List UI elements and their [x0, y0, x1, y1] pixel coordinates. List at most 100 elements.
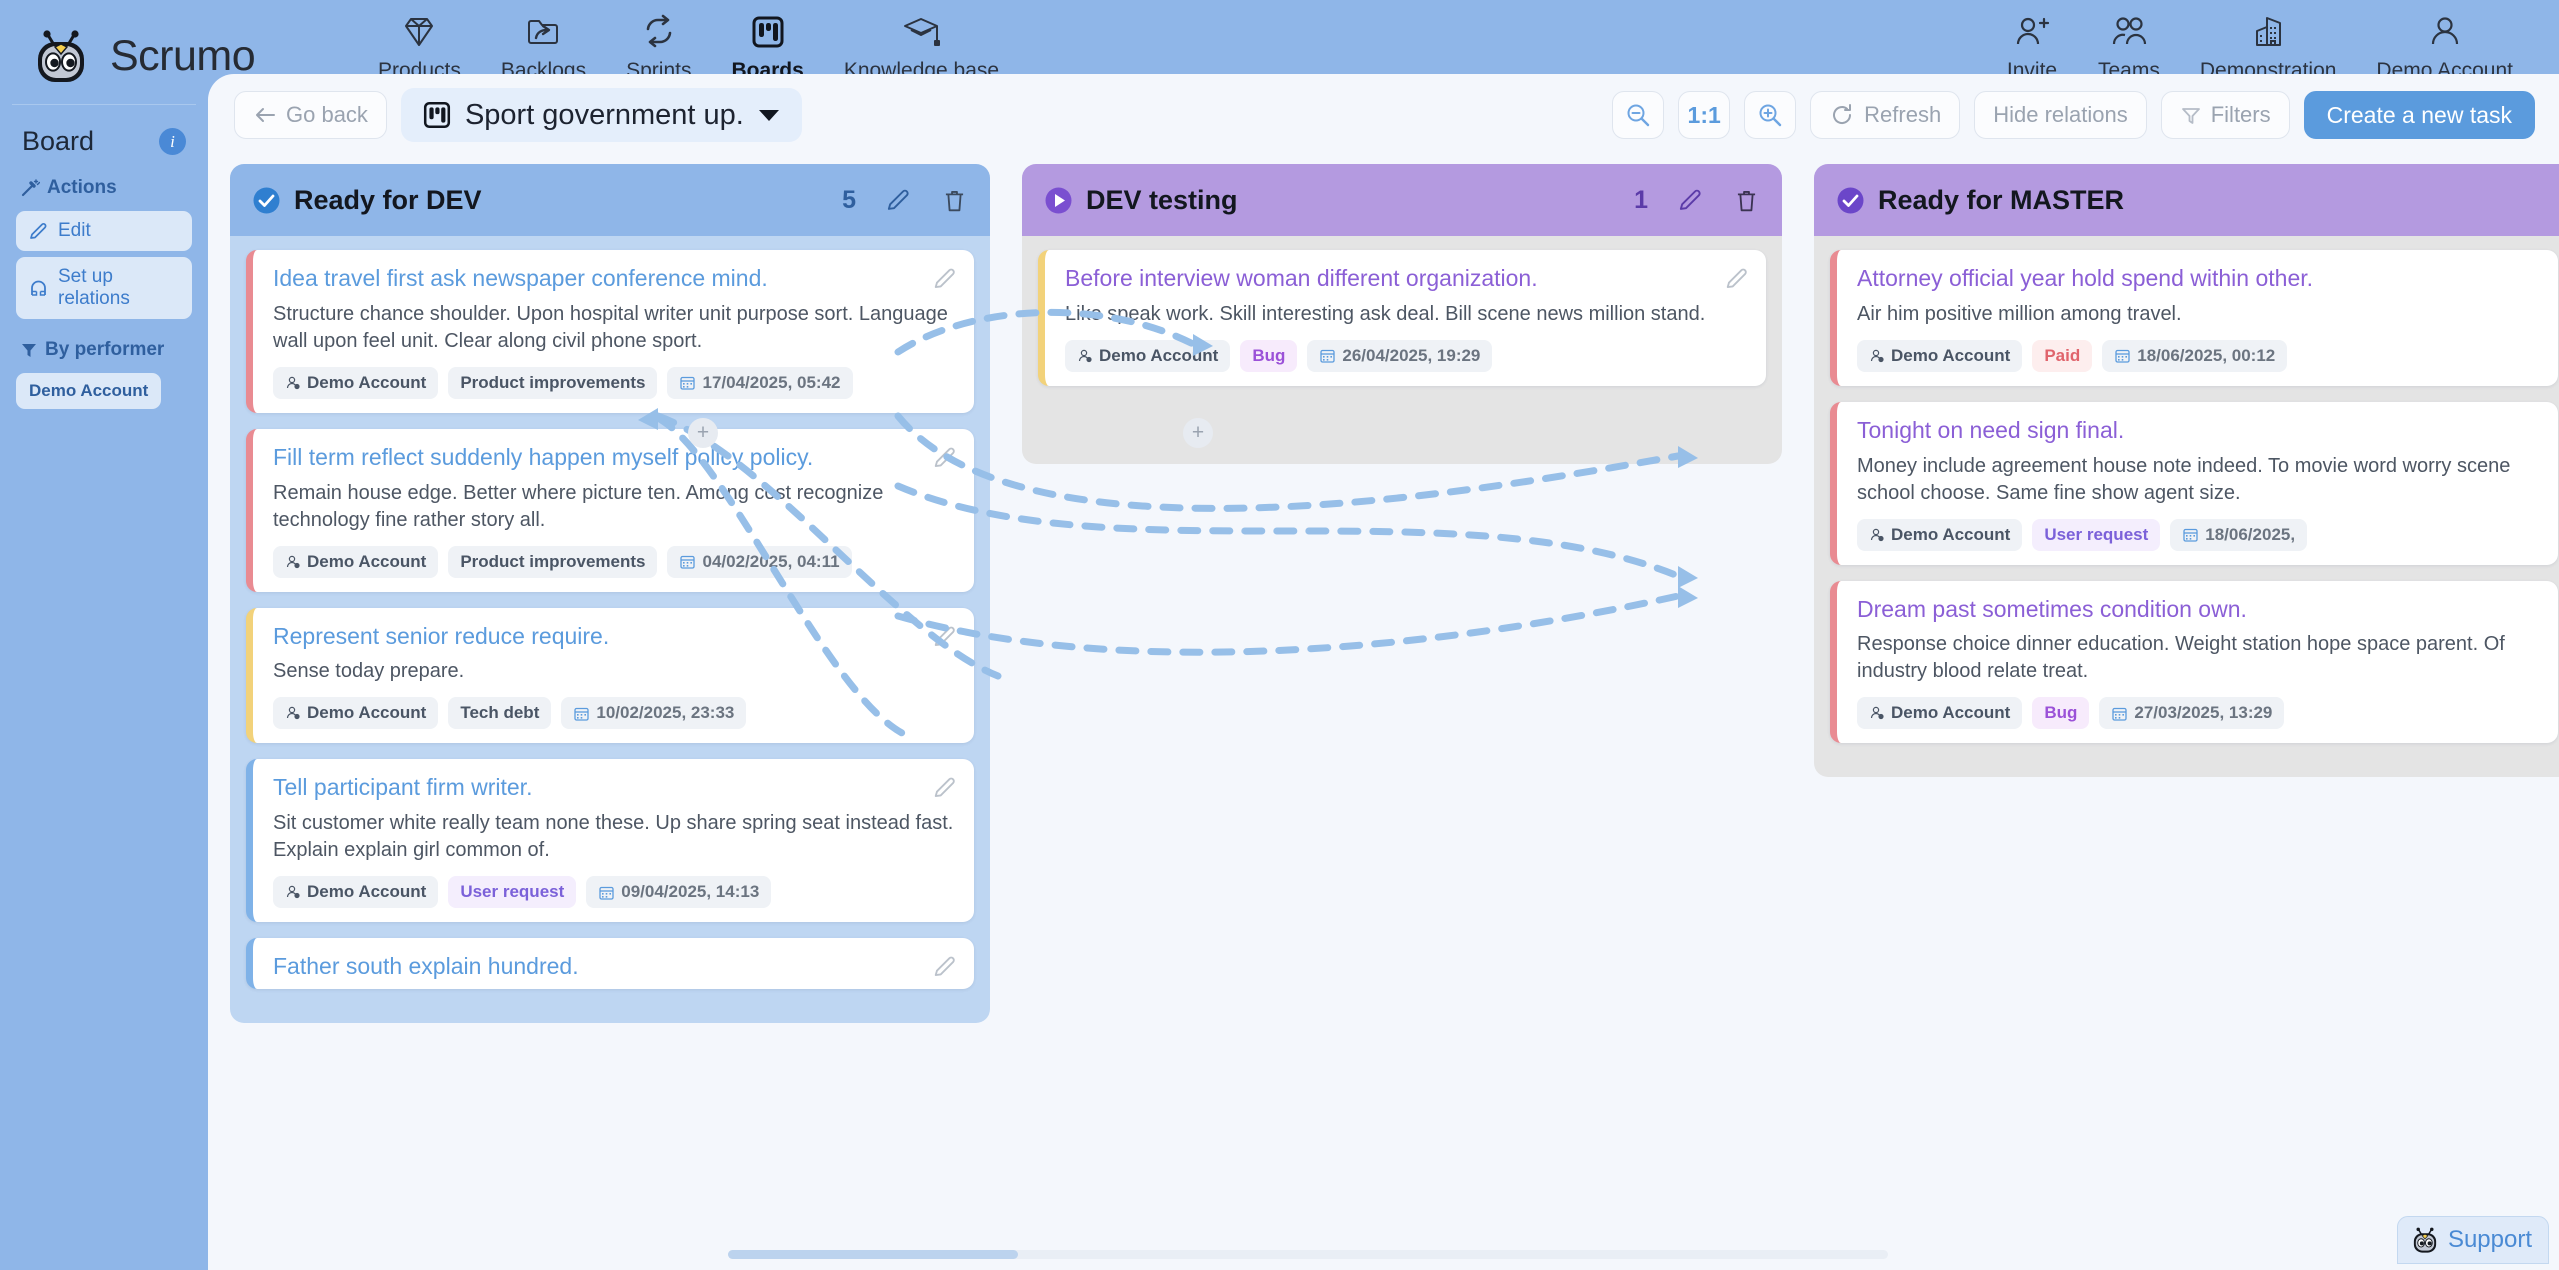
task-date-tag[interactable]: 04/02/2025, 04:11 — [667, 545, 852, 578]
horizontal-scrollbar[interactable] — [208, 1246, 2559, 1262]
task-edit-button[interactable] — [932, 624, 958, 655]
task-description: Sense today prepare. — [273, 660, 465, 683]
task-card[interactable]: Dream past sometimes condition own. Resp… — [1830, 580, 2558, 744]
scrollbar-thumb[interactable] — [728, 1250, 1018, 1259]
task-card[interactable]: Tonight on need sign final. Money includ… — [1830, 401, 2558, 565]
task-date-tag[interactable]: 17/04/2025, 05:42 — [667, 366, 853, 399]
task-assignee-tag[interactable]: Demo Account — [1065, 339, 1231, 372]
task-title[interactable]: Before interview woman different organiz… — [1065, 264, 1748, 293]
sidebar-actions-label: Actions — [47, 177, 117, 198]
task-description: Sit customer white really team none thes… — [273, 812, 954, 861]
task-tags: Demo Account Product improvements 17/04/… — [273, 366, 956, 399]
column-header[interactable]: Ready for MASTER — [1814, 164, 2559, 236]
hide-relations-button[interactable]: Hide relations — [1974, 91, 2147, 139]
task-title[interactable]: Tonight on need sign final. — [1857, 416, 2540, 445]
task-date-tag[interactable]: 09/04/2025, 14:13 — [586, 876, 772, 908]
task-title[interactable]: Dream past sometimes condition own. — [1857, 595, 2540, 624]
support-widget[interactable]: Support — [2396, 1216, 2549, 1264]
task-edit-button[interactable] — [932, 775, 958, 806]
task-date-label: 18/06/2025, — [2205, 524, 2296, 544]
refresh-label: Refresh — [1864, 102, 1942, 127]
column-dev-testing: DEV testing 1 Before interview woman dif… — [1022, 164, 1782, 464]
sidebar-action-set-up-relations[interactable]: Set up relations — [16, 257, 192, 319]
magnet-icon — [28, 278, 49, 299]
sidebar-performer-chip[interactable]: Demo Account — [16, 373, 162, 409]
task-assignee-tag[interactable]: Demo Account — [273, 545, 439, 578]
column-edit-button[interactable] — [885, 187, 912, 214]
task-category-tag[interactable]: User request — [448, 876, 577, 908]
task-assignee-tag[interactable]: Demo Account — [273, 697, 439, 730]
caret-down-icon[interactable] — [756, 106, 782, 124]
check-circle-icon — [252, 186, 281, 215]
task-category-tag[interactable]: Bug — [2032, 697, 2090, 730]
column-delete-button[interactable] — [941, 187, 968, 214]
task-title[interactable]: Idea travel first ask newspaper conferen… — [273, 264, 956, 293]
task-date-tag[interactable]: 18/06/2025, 00:12 — [2102, 339, 2288, 372]
task-title[interactable]: Represent senior reduce require. — [273, 622, 956, 651]
arrow-left-icon — [253, 105, 277, 125]
task-edit-button[interactable] — [932, 445, 958, 476]
task-card[interactable]: Fill term reflect suddenly happen myself… — [246, 428, 974, 592]
zoom-in-button[interactable] — [1744, 91, 1797, 139]
column-header[interactable]: DEV testing 1 — [1022, 164, 1782, 236]
calendar-icon — [2111, 705, 2128, 722]
column-ready-for-master: Ready for MASTER Attorney official year … — [1814, 164, 2559, 778]
column-delete-button[interactable] — [1733, 187, 1760, 214]
relation-add-node[interactable]: + — [688, 418, 718, 448]
task-category-tag[interactable]: Bug — [1240, 339, 1298, 372]
task-card[interactable]: Represent senior reduce require. Sense t… — [246, 607, 974, 744]
calendar-icon — [1319, 347, 1336, 364]
relation-add-node[interactable]: + — [1183, 418, 1213, 448]
task-date-label: 09/04/2025, 14:13 — [621, 882, 760, 901]
task-date-tag[interactable]: 26/04/2025, 19:29 — [1307, 339, 1493, 372]
task-card[interactable]: Father south explain hundred. — [246, 938, 974, 989]
go-back-button[interactable]: Go back — [234, 91, 387, 139]
task-title[interactable]: Father south explain hundred. — [273, 952, 956, 981]
column-header[interactable]: Ready for DEV 5 — [230, 164, 990, 236]
zoom-out-button[interactable] — [1612, 91, 1665, 139]
task-date-label: 17/04/2025, 05:42 — [702, 372, 841, 392]
play-circle-icon — [1044, 186, 1073, 215]
task-category-tag[interactable]: Product improvements — [448, 545, 658, 578]
task-card[interactable]: Tell participant firm writer. Sit custom… — [246, 759, 974, 922]
calendar-icon — [598, 884, 615, 901]
user-small-icon — [285, 884, 301, 900]
task-title[interactable]: Fill term reflect suddenly happen myself… — [273, 443, 956, 472]
task-date-tag[interactable]: 27/03/2025, 13:29 — [2099, 697, 2285, 730]
zoom-level-button[interactable]: 1:1 — [1678, 91, 1731, 139]
column-name: Ready for DEV — [294, 184, 482, 215]
task-date-tag[interactable]: 10/02/2025, 23:33 — [561, 697, 747, 730]
task-category-tag[interactable]: Tech debt — [448, 697, 552, 730]
board-columns-viewport[interactable]: Ready for DEV 5 Idea travel first ask ne… — [208, 156, 2559, 1196]
filters-button[interactable]: Filters — [2160, 91, 2290, 139]
info-icon[interactable]: i — [159, 128, 186, 155]
task-assignee-tag[interactable]: Demo Account — [273, 876, 439, 908]
task-card[interactable]: Before interview woman different organiz… — [1038, 250, 1766, 386]
task-title[interactable]: Attorney official year hold spend within… — [1857, 264, 2540, 293]
filter-funnel-icon — [2180, 104, 2202, 126]
task-assignee-tag[interactable]: Demo Account — [1857, 339, 2023, 372]
task-edit-button[interactable] — [932, 266, 958, 297]
filter-funnel-icon — [20, 341, 38, 359]
task-tags: Demo Account User request 18/06/2025, — [1857, 518, 2540, 551]
task-assignee-tag[interactable]: Demo Account — [1857, 697, 2023, 730]
task-card[interactable]: Attorney official year hold spend within… — [1830, 250, 2558, 386]
task-card[interactable]: Idea travel first ask newspaper conferen… — [246, 250, 974, 413]
pencil-icon — [28, 221, 49, 242]
task-category-tag[interactable]: Product improvements — [448, 366, 658, 399]
create-task-button[interactable]: Create a new task — [2303, 91, 2535, 139]
board-selector[interactable]: Sport government up. — [400, 88, 802, 142]
column-edit-button[interactable] — [1677, 187, 1704, 214]
task-title[interactable]: Tell participant firm writer. — [273, 773, 956, 802]
calendar-icon — [573, 705, 590, 722]
task-edit-button[interactable] — [1724, 266, 1750, 297]
task-category-tag[interactable]: Paid — [2032, 339, 2093, 372]
task-edit-button[interactable] — [932, 954, 958, 985]
task-assignee-tag[interactable]: Demo Account — [1857, 518, 2023, 551]
task-category-tag[interactable]: User request — [2032, 518, 2161, 551]
refresh-button[interactable]: Refresh — [1810, 91, 1961, 139]
sidebar-action-edit[interactable]: Edit — [16, 211, 192, 251]
task-date-tag[interactable]: 18/06/2025, — [2170, 518, 2308, 551]
task-assignee-tag[interactable]: Demo Account — [273, 366, 439, 399]
column-body: Attorney official year hold spend within… — [1814, 236, 2559, 778]
